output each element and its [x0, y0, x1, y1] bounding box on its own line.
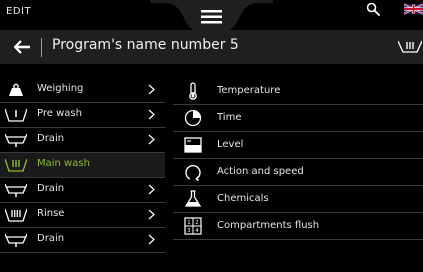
app-screen: EDIT Program's name number 5 Weighing Pr… — [0, 0, 423, 272]
setting-label: Level — [217, 139, 244, 150]
chevron-right-icon — [148, 209, 155, 220]
phase-item-main-wash[interactable]: Main wash — [0, 153, 165, 178]
setting-time[interactable]: Time — [173, 105, 423, 132]
setting-action-and-speed[interactable]: Action and speed — [173, 159, 423, 186]
pre-wash-icon — [5, 108, 27, 122]
rinse-icon — [5, 208, 27, 222]
setting-label: Action and speed — [217, 166, 304, 177]
drain-icon — [5, 133, 27, 147]
main-wash-icon — [398, 40, 422, 53]
drain-icon — [5, 233, 27, 247]
setting-chemicals[interactable]: Chemicals — [173, 186, 423, 213]
header-divider — [41, 38, 42, 57]
chevron-right-icon — [148, 109, 155, 120]
chevron-right-icon — [148, 234, 155, 245]
level-icon — [184, 137, 202, 153]
phase-item-drain[interactable]: Drain — [0, 178, 165, 203]
compartments-icon: 1 2 3 4 — [184, 217, 202, 235]
rotation-icon — [185, 164, 201, 181]
svg-text:3: 3 — [187, 228, 190, 234]
main-wash-icon — [5, 158, 27, 172]
phase-label: Drain — [37, 233, 65, 244]
weighing-icon — [9, 83, 23, 96]
svg-text:1: 1 — [187, 220, 190, 226]
program-name: Program's name number 5 — [52, 37, 239, 53]
mode-label: EDIT — [6, 6, 32, 17]
phase-label: Drain — [37, 133, 65, 144]
timer-icon — [184, 109, 202, 127]
thermometer-icon — [189, 82, 197, 100]
phase-label: Main wash — [37, 158, 90, 169]
search-icon[interactable] — [366, 2, 380, 16]
hamburger-menu-icon[interactable] — [201, 10, 222, 24]
back-arrow-icon[interactable] — [14, 40, 30, 54]
svg-text:4: 4 — [195, 228, 198, 234]
phase-label: Pre wash — [37, 108, 82, 119]
settings-list: Temperature Time Level Action and speed — [173, 78, 423, 240]
phase-item-drain[interactable]: Drain — [0, 128, 165, 153]
chevron-right-icon — [148, 184, 155, 195]
setting-label: Chemicals — [217, 193, 269, 204]
phase-label: Weighing — [37, 83, 84, 94]
svg-text:2: 2 — [195, 220, 198, 226]
phase-item-weighing[interactable]: Weighing — [0, 78, 165, 103]
chevron-right-icon — [148, 134, 155, 145]
program-header: Program's name number 5 — [0, 30, 423, 64]
top-bar: EDIT — [0, 0, 423, 31]
phase-label: Rinse — [37, 208, 65, 219]
setting-temperature[interactable]: Temperature — [173, 78, 423, 105]
uk-flag-icon[interactable] — [404, 3, 423, 15]
setting-compartments-flush[interactable]: 1 2 3 4 Compartments flush — [173, 213, 423, 240]
phase-item-drain[interactable]: Drain — [0, 228, 165, 253]
phase-item-rinse[interactable]: Rinse — [0, 203, 165, 228]
phase-label: Drain — [37, 183, 65, 194]
setting-label: Time — [217, 112, 242, 123]
flask-icon — [184, 190, 202, 207]
phase-item-pre-wash[interactable]: Pre wash — [0, 103, 165, 128]
drain-icon — [5, 183, 27, 197]
setting-label: Compartments flush — [217, 220, 320, 231]
setting-level[interactable]: Level — [173, 132, 423, 159]
setting-label: Temperature — [217, 85, 281, 96]
phase-list: Weighing Pre wash Drain Main wash Drain … — [0, 78, 165, 253]
chevron-right-icon — [148, 84, 155, 95]
